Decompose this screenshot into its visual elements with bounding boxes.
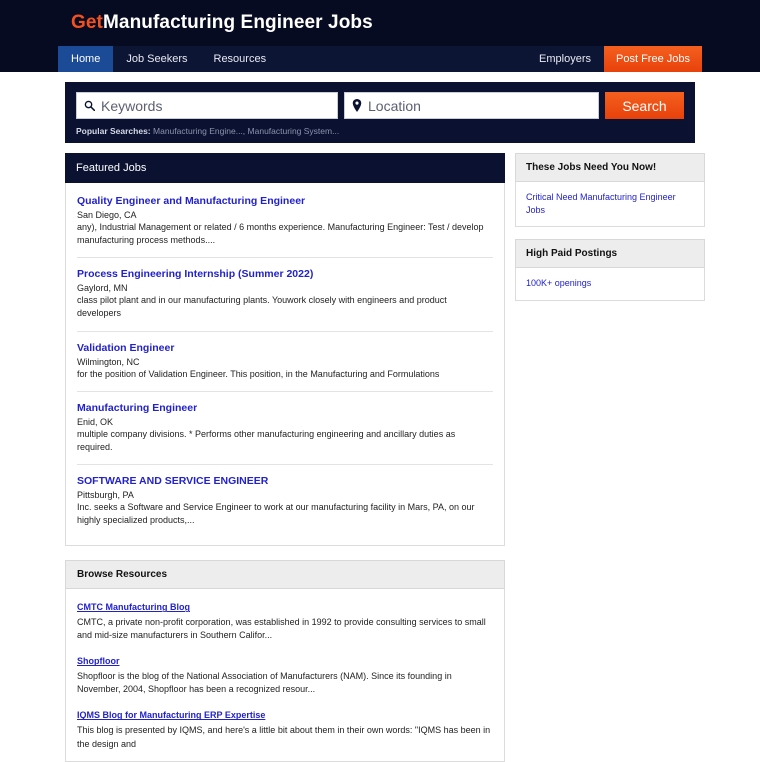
popular-search-link-1[interactable]: Manufacturing Engine...	[153, 126, 243, 136]
nav-item-home[interactable]: Home	[58, 46, 114, 72]
nav-item-resources[interactable]: Resources	[201, 46, 280, 72]
job-description: multiple company divisions. * Performs o…	[77, 428, 456, 452]
job-title-link[interactable]: Manufacturing Engineer	[77, 401, 493, 415]
nav-item-job-seekers[interactable]: Job Seekers	[113, 46, 200, 72]
location-pin-icon	[352, 99, 362, 112]
sidebar-column: These Jobs Need You Now! Critical Need M…	[515, 153, 705, 762]
job-title-link[interactable]: Quality Engineer and Manufacturing Engin…	[77, 194, 493, 208]
search-icon	[84, 100, 95, 111]
widget-high-paid-postings: High Paid Postings 100K+ openings	[515, 239, 705, 301]
featured-jobs-panel: Featured Jobs Quality Engineer and Manuf…	[65, 153, 505, 547]
nav-item-post-free-jobs[interactable]: Post Free Jobs	[604, 46, 702, 72]
browse-resources-title: Browse Resources	[65, 560, 505, 590]
location-input[interactable]: Location	[344, 92, 599, 119]
masthead: GetManufacturing Engineer Jobs	[0, 0, 760, 46]
job-title-link[interactable]: SOFTWARE AND SERVICE ENGINEER	[77, 474, 493, 488]
resource-item: Shopfloor Shopfloor is the blog of the N…	[77, 651, 493, 696]
job-description: any), Industrial Management or related /…	[77, 222, 484, 246]
content-columns: Featured Jobs Quality Engineer and Manuf…	[65, 153, 760, 762]
job-location: Gaylord, MN	[77, 283, 128, 294]
resource-link[interactable]: CMTC Manufacturing Blog	[77, 602, 190, 612]
main-navigation: Home Job Seekers Resources Employers Pos…	[0, 46, 760, 72]
nav-container: Home Job Seekers Resources Employers Pos…	[58, 46, 702, 72]
popular-searches: Popular Searches: Manufacturing Engine..…	[76, 126, 684, 136]
job-listing: Manufacturing Engineer Enid, OK multiple…	[77, 392, 493, 466]
job-location: Pittsburgh, PA	[77, 490, 134, 501]
site-logo[interactable]: GetManufacturing Engineer Jobs	[71, 12, 373, 34]
job-listing: Validation Engineer Wilmington, NC for t…	[77, 332, 493, 392]
widget-link[interactable]: 100K+ openings	[526, 277, 694, 290]
job-description: for the position of Validation Engineer.…	[77, 368, 440, 379]
resource-item: CMTC Manufacturing Blog CMTC, a private …	[77, 597, 493, 642]
widget-body: 100K+ openings	[515, 268, 705, 301]
job-listing: Quality Engineer and Manufacturing Engin…	[77, 185, 493, 259]
logo-main-text: Manufacturing Engineer Jobs	[102, 12, 373, 33]
job-listing: Process Engineering Internship (Summer 2…	[77, 258, 493, 332]
job-title-link[interactable]: Validation Engineer	[77, 341, 493, 355]
resource-description: This blog is presented by IQMS, and here…	[77, 725, 491, 749]
job-location: San Diego, CA	[77, 210, 137, 221]
browse-resources-panel: Browse Resources CMTC Manufacturing Blog…	[65, 560, 505, 762]
job-description: Inc. seeks a Software and Service Engine…	[77, 502, 475, 526]
widget-link[interactable]: Critical Need Manufacturing Engineer Job…	[526, 191, 694, 216]
widget-jobs-need-you: These Jobs Need You Now! Critical Need M…	[515, 153, 705, 228]
nav-item-employers[interactable]: Employers	[526, 46, 604, 72]
widget-body: Critical Need Manufacturing Engineer Job…	[515, 182, 705, 228]
main-column: Featured Jobs Quality Engineer and Manuf…	[65, 153, 505, 762]
job-location: Enid, OK	[77, 416, 114, 427]
popular-searches-label: Popular Searches:	[76, 126, 151, 136]
keywords-input[interactable]: Keywords	[76, 92, 338, 119]
logo-accent-text: Get	[71, 12, 103, 33]
search-row: Keywords Location Search	[76, 92, 684, 119]
resource-description: Shopfloor is the blog of the National As…	[77, 671, 452, 695]
job-listing: SOFTWARE AND SERVICE ENGINEER Pittsburgh…	[77, 465, 493, 537]
browse-resources-list: CMTC Manufacturing Blog CMTC, a private …	[65, 589, 505, 762]
job-location: Wilmington, NC	[77, 356, 140, 367]
search-button[interactable]: Search	[605, 92, 684, 119]
resource-description: CMTC, a private non-profit corporation, …	[77, 617, 486, 641]
widget-title: These Jobs Need You Now!	[515, 153, 705, 182]
featured-jobs-title: Featured Jobs	[65, 153, 505, 183]
job-description: class pilot plant and in our manufacturi…	[77, 295, 447, 319]
keywords-placeholder-text: Keywords	[101, 97, 163, 114]
job-title-link[interactable]: Process Engineering Internship (Summer 2…	[77, 267, 493, 281]
resource-link[interactable]: Shopfloor	[77, 656, 120, 666]
resource-link[interactable]: IQMS Blog for Manufacturing ERP Expertis…	[77, 710, 265, 720]
location-placeholder-text: Location	[368, 97, 421, 114]
featured-jobs-list: Quality Engineer and Manufacturing Engin…	[65, 183, 505, 547]
search-panel: Keywords Location Search Popular Searche…	[65, 82, 695, 143]
resource-item: IQMS Blog for Manufacturing ERP Expertis…	[77, 705, 493, 750]
popular-search-link-2[interactable]: Manufacturing System...	[248, 126, 340, 136]
widget-title: High Paid Postings	[515, 239, 705, 269]
